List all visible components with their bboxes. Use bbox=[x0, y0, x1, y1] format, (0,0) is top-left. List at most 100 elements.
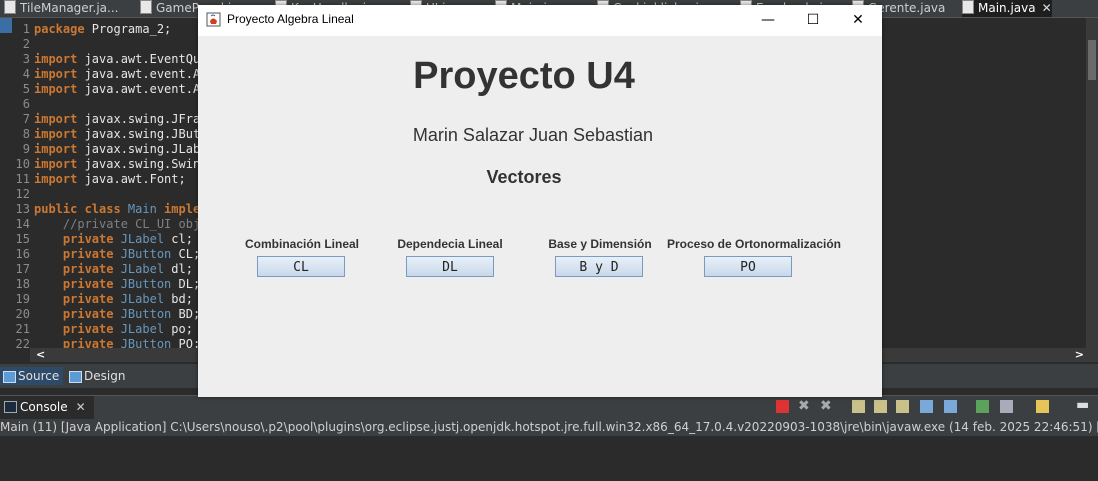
tab-design-label: Design bbox=[84, 369, 126, 383]
java-file-icon bbox=[962, 0, 974, 14]
code-token: java.awt.Font; bbox=[84, 172, 186, 186]
console-output[interactable] bbox=[0, 436, 1098, 481]
code-token: bd; bbox=[171, 292, 193, 306]
scroll-left-icon[interactable]: < bbox=[36, 348, 45, 361]
remove-all-launches-icon[interactable]: ✖ bbox=[820, 399, 833, 413]
code-line[interactable]: 5 import java.awt.event.Ac bbox=[0, 82, 208, 97]
code-token: JButton bbox=[120, 247, 179, 261]
display-console-icon[interactable] bbox=[1000, 400, 1013, 413]
code-token: JLabel bbox=[120, 232, 172, 246]
author-name: Marin Salazar Juan Sebastian bbox=[412, 125, 654, 145]
code-token: javax.swing.JButt bbox=[84, 127, 208, 141]
code-line[interactable]: 20 private JButton BD; bbox=[0, 307, 201, 322]
code-line[interactable]: 11 import java.awt.Font; bbox=[0, 172, 186, 187]
code-line[interactable]: 13 public class Main implem bbox=[0, 202, 208, 217]
code-token: JButton bbox=[120, 277, 179, 291]
clear-console-icon[interactable] bbox=[874, 400, 887, 413]
close-console-icon[interactable]: ✕ bbox=[76, 400, 86, 414]
code-line[interactable]: 19 private JLabel bd; bbox=[0, 292, 193, 307]
pin-console-icon[interactable] bbox=[976, 400, 989, 413]
code-line[interactable]: 9 import javax.swing.JLabe bbox=[0, 142, 208, 157]
line-number: 12 bbox=[15, 187, 30, 201]
editor-tab-active[interactable]: Main.java ✕ bbox=[962, 0, 1052, 17]
code-token: import bbox=[34, 82, 85, 96]
minimize-button[interactable]: — bbox=[745, 5, 791, 36]
console-toolbar bbox=[0, 395, 1098, 421]
code-token: private bbox=[34, 292, 121, 306]
vertical-scrollbar-thumb[interactable] bbox=[1088, 40, 1096, 80]
terminate-icon[interactable] bbox=[776, 400, 789, 413]
code-line[interactable]: 17 private JLabel dl; bbox=[0, 262, 193, 277]
code-token: import bbox=[34, 157, 85, 171]
console-icon bbox=[4, 401, 17, 413]
section-title: Vectores bbox=[486, 167, 562, 187]
code-token: private bbox=[34, 277, 121, 291]
scroll-lock-icon[interactable] bbox=[852, 400, 865, 413]
code-token: import bbox=[34, 67, 85, 81]
line-number: 15 bbox=[15, 232, 30, 246]
editor-tab-label: Main.java bbox=[978, 1, 1036, 15]
code-line[interactable]: 14 //private CL_UI obj bbox=[0, 217, 201, 232]
code-line[interactable]: 4 import java.awt.event.Ac bbox=[0, 67, 208, 82]
code-line[interactable]: 21 private JLabel po; bbox=[0, 322, 193, 337]
tab-console-label: Console bbox=[20, 400, 68, 414]
java-cup-icon bbox=[206, 12, 221, 27]
code-line[interactable]: 1 package Programa_2; bbox=[0, 22, 172, 37]
code-line[interactable]: 8 import javax.swing.JButt bbox=[0, 127, 208, 142]
open-console-icon[interactable] bbox=[1036, 400, 1049, 413]
close-button[interactable]: ✕ bbox=[835, 5, 881, 36]
editor-tab-label: TileManager.ja... bbox=[20, 1, 119, 15]
byd-button[interactable]: B y D bbox=[555, 256, 643, 277]
app-window-title: Proyecto Algebra Lineal bbox=[227, 12, 354, 26]
code-token: CL; bbox=[178, 247, 201, 261]
close-tab-icon[interactable]: ✕ bbox=[1042, 1, 1052, 15]
code-token: import bbox=[34, 112, 85, 126]
code-token: Main bbox=[127, 202, 165, 216]
code-line[interactable]: 16 private JButton CL; bbox=[0, 247, 201, 262]
code-line[interactable]: 12 bbox=[0, 187, 34, 202]
code-token: import bbox=[34, 142, 85, 156]
line-number: 1 bbox=[22, 22, 30, 36]
line-number: 14 bbox=[15, 217, 30, 231]
editor-tab[interactable]: TileManager.ja... bbox=[4, 0, 118, 17]
code-token: private bbox=[34, 262, 121, 276]
base-dimension-label: Base y Dimensión bbox=[548, 237, 652, 251]
scroll-right-icon[interactable]: > bbox=[1075, 348, 1084, 361]
cl-button[interactable]: CL bbox=[257, 256, 345, 277]
code-token: //private CL_UI obj bbox=[34, 217, 201, 231]
tab-source[interactable]: Source bbox=[0, 367, 64, 385]
line-number: 9 bbox=[22, 142, 30, 156]
po-button[interactable]: PO bbox=[704, 256, 792, 277]
line-number: 4 bbox=[22, 67, 30, 81]
code-token: private bbox=[34, 232, 121, 246]
tab-design[interactable]: Design bbox=[66, 367, 129, 385]
dl-button[interactable]: DL bbox=[406, 256, 494, 277]
code-token: java.awt.event.Ac bbox=[84, 67, 208, 81]
code-line[interactable]: 3 import java.awt.EventQue bbox=[0, 52, 208, 67]
remove-launch-icon[interactable]: ✖ bbox=[798, 399, 811, 413]
show-stderr-icon[interactable] bbox=[944, 400, 957, 413]
code-token: JButton bbox=[120, 307, 179, 321]
code-token: import bbox=[34, 127, 85, 141]
code-token: private bbox=[34, 322, 121, 336]
line-number: 8 bbox=[22, 127, 30, 141]
code-line[interactable]: 18 private JButton DL; bbox=[0, 277, 201, 292]
java-file-icon bbox=[4, 0, 16, 14]
code-token: private bbox=[34, 247, 121, 261]
show-stdout-icon[interactable] bbox=[920, 400, 933, 413]
code-token: javax.swing.Swing bbox=[84, 157, 208, 171]
line-number: 17 bbox=[15, 262, 30, 276]
code-line[interactable]: 15 private JLabel cl; bbox=[0, 232, 193, 247]
ortonormalizacion-label: Proceso de Ortonormalización bbox=[666, 237, 842, 251]
code-token: JLabel bbox=[120, 262, 172, 276]
line-number: 7 bbox=[22, 112, 30, 126]
minimize-view-icon[interactable]: ▬ bbox=[1076, 398, 1089, 413]
maximize-button[interactable]: ☐ bbox=[790, 5, 836, 36]
code-line[interactable]: 7 import javax.swing.JFram bbox=[0, 112, 208, 127]
code-line[interactable]: 6 bbox=[0, 97, 34, 112]
code-line[interactable]: 10 import javax.swing.Swing bbox=[0, 157, 208, 172]
line-number: 3 bbox=[22, 52, 30, 66]
line-number: 21 bbox=[15, 322, 30, 336]
word-wrap-icon[interactable] bbox=[896, 400, 909, 413]
code-line[interactable]: 2 bbox=[0, 37, 34, 52]
